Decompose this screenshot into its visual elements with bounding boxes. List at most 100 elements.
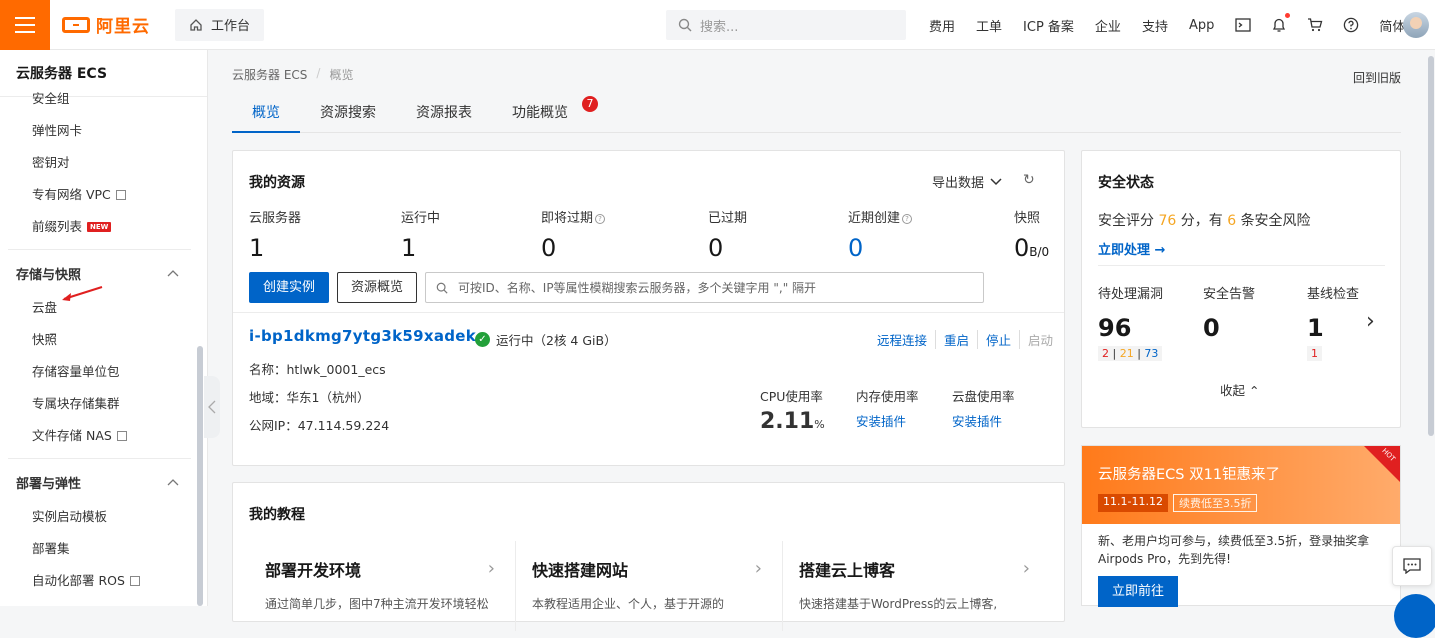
chat-icon[interactable] xyxy=(1392,546,1432,586)
refresh-icon[interactable]: ↻ xyxy=(1023,172,1035,188)
aliyun-logo[interactable]: 阿里云 xyxy=(62,12,150,37)
nav-support[interactable]: 支持 xyxy=(1142,16,1168,35)
promo-card: 云服务器ECS 双11钜惠来了 11.1-11.12 续费低至3.5折 HOT 新… xyxy=(1081,445,1401,607)
tab-overview[interactable]: 概览 xyxy=(232,94,300,133)
chevron-right-icon: › xyxy=(754,558,762,579)
tutorial-website[interactable]: 快速搭建网站 本教程适用企业、个人，基于开源的 › xyxy=(516,541,783,631)
global-search-input[interactable]: 搜索... xyxy=(666,10,906,40)
collapse-button[interactable]: 收起 ⌃ xyxy=(1220,380,1259,399)
sidebar-item-keypair[interactable]: 密钥对 xyxy=(0,147,207,179)
language-switch[interactable]: 简体 xyxy=(1379,16,1405,35)
sidebar-item-deployment-set[interactable]: 部署集 xyxy=(0,533,207,565)
notification-dot xyxy=(1285,13,1291,18)
promo-discount: 续费低至3.5折 xyxy=(1172,494,1258,512)
install-plugin-link[interactable]: 安装插件 xyxy=(952,411,1015,430)
double-chevron-up-icon: ⌃ xyxy=(1249,383,1260,398)
stop-link[interactable]: 停止 xyxy=(977,330,1019,349)
stat-expiring[interactable]: 即将过期? 0 xyxy=(541,207,606,262)
resource-overview-button[interactable]: 资源概览 xyxy=(337,272,417,303)
external-link-icon xyxy=(129,576,140,586)
sidebar-item-snapshot[interactable]: 快照 xyxy=(0,324,207,356)
handle-now-link[interactable]: 立即处理 → xyxy=(1098,239,1165,258)
instance-search-input[interactable]: 可按ID、名称、IP等属性模糊搜索云服务器，多个关键字用 "," 隔开 xyxy=(425,272,984,303)
stat-expired[interactable]: 已过期 0 xyxy=(708,207,747,262)
memory-usage: 内存使用率 安装插件 xyxy=(856,389,919,430)
card-title: 我的教程 xyxy=(249,507,305,523)
sidebar-item-launch-template[interactable]: 实例启动模板 xyxy=(0,501,207,533)
baseline-check[interactable]: 基线检查 1 1 xyxy=(1307,283,1359,361)
sidebar-item-elastic-supply[interactable]: 弹性供应 xyxy=(0,597,207,606)
workbench-button[interactable]: 工作台 xyxy=(175,8,265,41)
nav-app[interactable]: App xyxy=(1189,18,1214,33)
back-to-old-version-link[interactable]: 回到旧版 xyxy=(1353,69,1401,86)
sidebar-scrollbar[interactable] xyxy=(197,346,203,606)
sidebar-item-nas[interactable]: 文件存储 NAS xyxy=(0,420,207,452)
promo-title: 云服务器ECS 双11钜惠来了 xyxy=(1098,467,1281,483)
start-link: 启动 xyxy=(1019,330,1061,349)
promo-date: 11.1-11.12 xyxy=(1098,494,1168,512)
bell-icon[interactable] xyxy=(1271,13,1291,33)
page-scrollbar[interactable] xyxy=(1428,56,1434,436)
my-tutorials-card: 我的教程 部署开发环境 通过简单几步，图中7种主流开发环境轻松 › 快速搭建网站 本教… xyxy=(232,482,1065,631)
search-icon xyxy=(436,282,448,294)
instance-id-link[interactable]: i-bp1dkmg7ytg3k59xadek xyxy=(249,327,476,345)
severity-tags: 2 | 21 | 73 xyxy=(1098,346,1163,361)
help-icon[interactable] xyxy=(1343,17,1359,33)
pending-vulnerabilities[interactable]: 待处理漏洞 96 2 | 21 | 73 xyxy=(1098,283,1163,361)
breadcrumb: 云服务器 ECS / 概览 xyxy=(232,66,354,83)
sidebar-item-prefix-list[interactable]: 前缀列表 NEW xyxy=(0,211,207,243)
instance-name: 名称：htlwk_0001_ecs xyxy=(249,362,386,377)
chevron-up-icon xyxy=(167,270,179,277)
promo-description: 新、老用户均可参与，续费低至3.5折，登录抽奖拿Airpods Pro，先到先得… xyxy=(1098,534,1370,566)
card-title: 安全状态 xyxy=(1098,175,1154,191)
divider xyxy=(1098,265,1385,266)
tab-resource-search[interactable]: 资源搜索 xyxy=(300,94,396,133)
terminal-icon[interactable] xyxy=(1235,17,1252,33)
install-plugin-link[interactable]: 安装插件 xyxy=(856,411,919,430)
tab-resource-report[interactable]: 资源报表 xyxy=(396,94,492,133)
main-content: 云服务器 ECS / 概览 回到旧版 概览 资源搜索 资源报表 功能概览 7 我的… xyxy=(209,50,1435,631)
create-instance-button[interactable]: 创建实例 xyxy=(249,272,329,303)
stat-recent[interactable]: 近期创建? 0 xyxy=(848,207,913,262)
assistant-float-button[interactable] xyxy=(1394,594,1435,638)
chevron-up-icon xyxy=(167,479,179,486)
help-icon[interactable]: ? xyxy=(595,214,606,224)
go-now-button[interactable]: 立即前往 xyxy=(1098,576,1178,607)
tutorial-dev-env[interactable]: 部署开发环境 通过简单几步，图中7种主流开发环境轻松 › xyxy=(249,541,516,631)
breadcrumb-ecs[interactable]: 云服务器 ECS xyxy=(232,66,307,83)
promo-banner[interactable]: 云服务器ECS 双11钜惠来了 11.1-11.12 续费低至3.5折 HOT xyxy=(1082,446,1400,524)
tutorial-blog[interactable]: 搭建云上博客 快速搭建基于WordPress的云上博客, › xyxy=(783,541,1050,631)
sidebar-item-dedicated-block-storage[interactable]: 专属块存储集群 xyxy=(0,388,207,420)
chevron-right-icon: › xyxy=(487,558,495,579)
external-link-icon xyxy=(116,431,127,441)
stat-servers[interactable]: 云服务器 1 xyxy=(249,207,301,262)
stat-running[interactable]: 运行中 1 xyxy=(401,207,440,262)
breadcrumb-overview: 概览 xyxy=(329,68,354,82)
hamburger-menu-button[interactable] xyxy=(0,0,50,50)
sidebar-item-ros[interactable]: 自动化部署 ROS xyxy=(0,565,207,597)
sidebar-item-vpc[interactable]: 专有网络 VPC xyxy=(0,179,207,211)
restart-link[interactable]: 重启 xyxy=(935,330,977,349)
cpu-usage: CPU使用率 2.11% xyxy=(760,389,825,434)
instance-actions: 远程连接 重启 停止 启动 xyxy=(877,330,1061,349)
remote-connect-link[interactable]: 远程连接 xyxy=(877,330,935,349)
instance-status: ✓ 运行中（2核 4 GiB） xyxy=(475,330,617,349)
sidebar-group-deploy[interactable]: 部署与弹性 xyxy=(0,463,207,501)
nav-tickets[interactable]: 工单 xyxy=(976,16,1002,35)
my-resources-card: 我的资源 导出数据 ↻ 云服务器 1 运行中 1 即将过期? 0 已过期 0 近期创建?… xyxy=(232,150,1065,466)
security-score: 安全评分 76 分，有 6 条安全风险 xyxy=(1098,213,1311,229)
cart-icon[interactable] xyxy=(1307,17,1323,33)
nav-billing[interactable]: 费用 xyxy=(929,16,955,35)
nav-enterprise[interactable]: 企业 xyxy=(1095,16,1121,35)
sidebar-item-eni[interactable]: 弹性网卡 xyxy=(0,115,207,147)
chevron-right-icon[interactable]: › xyxy=(1366,309,1375,334)
stat-snapshot[interactable]: 快照 0B/0 xyxy=(1014,207,1049,262)
export-data-dropdown[interactable]: 导出数据 xyxy=(932,172,1002,191)
tab-feature-overview[interactable]: 功能概览 7 xyxy=(492,94,600,133)
sidebar-item-scu[interactable]: 存储容量单位包 xyxy=(0,356,207,388)
nav-icp[interactable]: ICP 备案 xyxy=(1023,16,1074,35)
help-icon[interactable]: ? xyxy=(902,214,913,224)
security-alerts[interactable]: 安全告警 0 xyxy=(1203,283,1255,342)
new-badge: NEW xyxy=(87,222,112,232)
user-avatar[interactable] xyxy=(1403,12,1429,38)
